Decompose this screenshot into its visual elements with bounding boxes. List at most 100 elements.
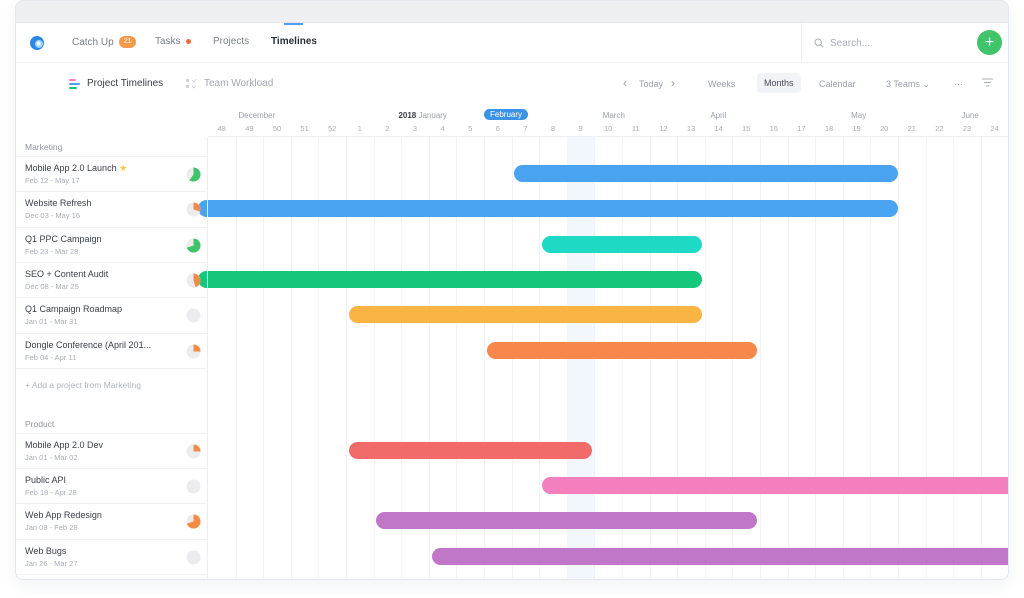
timeline-grid xyxy=(198,137,1009,579)
teams-label: 3 Teams xyxy=(886,79,920,89)
week-number: 6 xyxy=(495,124,500,133)
week-number: 8 xyxy=(550,124,556,133)
project-bar[interactable] xyxy=(541,477,1008,495)
month-name: January xyxy=(418,111,447,120)
project-bar[interactable] xyxy=(198,270,703,288)
month-label: April xyxy=(710,111,726,120)
tasks-notification-dot xyxy=(185,39,191,44)
project-row[interactable]: Web Bugs Jan 26 - Mar 27 xyxy=(16,538,207,574)
week-number: 10 xyxy=(604,124,613,133)
month-name[interactable]: February xyxy=(490,110,522,119)
project-row[interactable]: Web App Redesign Jan 08 - Feb 28 xyxy=(16,503,207,538)
today-button[interactable]: Today xyxy=(639,79,663,89)
project-name-text: Web App Redesign xyxy=(25,510,102,521)
project-row[interactable]: Mobile App 2.0 Dev Jan 01 - Mar 02 xyxy=(16,432,207,468)
project-name-text: Web Bugs xyxy=(25,545,67,556)
project-row[interactable]: Q1 PPC Campaign Feb 23 - Mar 28 xyxy=(16,226,207,262)
project-row[interactable]: Q1 Campaign Roadmap Jan 01 - Mar 31 xyxy=(16,297,207,332)
week-gridline xyxy=(953,137,955,579)
project-dates: Feb 18 - Apr 28 xyxy=(25,488,77,498)
prev-arrow-icon[interactable]: ‹ xyxy=(623,76,627,90)
progress-slice xyxy=(193,343,201,351)
week-number: 23 xyxy=(962,124,972,133)
app-logo-icon[interactable] xyxy=(28,34,46,52)
week-number: 4 xyxy=(440,124,445,133)
progress-pie-icon xyxy=(186,343,201,359)
progress-pie-icon xyxy=(186,308,201,323)
search-input[interactable]: Search... xyxy=(830,38,870,49)
month-label: March xyxy=(603,111,625,120)
teams-dropdown[interactable]: 3 Teams ⌄ xyxy=(886,79,930,90)
month-name: June xyxy=(961,111,979,120)
filter-icon[interactable] xyxy=(982,78,993,87)
chevron-down-icon: ⌄ xyxy=(922,79,930,89)
week-gridline xyxy=(980,137,982,579)
project-name: Mobile App 2.0 Launch ★ xyxy=(25,163,127,174)
project-name: Web Bugs xyxy=(25,546,66,556)
month-name: May xyxy=(851,111,867,120)
week-number: 51 xyxy=(300,124,309,133)
calendar-button[interactable]: Calendar xyxy=(819,79,856,89)
project-bar[interactable] xyxy=(348,306,703,324)
progress-pie-icon xyxy=(186,444,201,459)
months-button[interactable]: Months xyxy=(757,73,801,93)
week-gridline xyxy=(898,137,899,579)
project-bar[interactable] xyxy=(486,341,758,359)
project-bar[interactable] xyxy=(541,235,703,253)
month-label: December xyxy=(238,111,275,120)
month-label: May xyxy=(851,111,866,120)
more-options-icon[interactable]: ··· xyxy=(954,79,963,89)
week-number: 2 xyxy=(385,124,390,133)
project-name-text: Mobile App 2.0 Dev xyxy=(25,439,104,450)
tab-label: Project Timelines xyxy=(87,78,164,89)
week-number: 7 xyxy=(523,124,528,133)
project-bar[interactable] xyxy=(431,547,1008,565)
progress-pie-icon xyxy=(186,514,201,529)
tab-team-workload[interactable]: Team Workload xyxy=(186,78,273,89)
week-number: 50 xyxy=(272,124,282,133)
project-row[interactable]: Website Refresh Dec 03 - May 16 xyxy=(16,191,207,226)
weeks-button[interactable]: Weeks xyxy=(708,79,735,89)
week-number: 18 xyxy=(824,124,834,133)
next-arrow-icon[interactable]: › xyxy=(671,76,675,90)
nav-catch-up[interactable]: Catch Up 21 xyxy=(72,36,137,48)
progress-pie-icon xyxy=(186,273,201,288)
project-row[interactable]: Public API Feb 18 - Apr 28 xyxy=(16,468,207,503)
project-bar[interactable] xyxy=(514,165,898,182)
nav-tasks[interactable]: Tasks xyxy=(155,36,191,47)
project-dates: Dec 03 - May 16 xyxy=(25,211,81,221)
active-tab-indicator xyxy=(284,23,303,25)
project-dates: Jan 08 - Feb 28 xyxy=(25,523,78,533)
week-gridline xyxy=(1008,137,1009,579)
week-number: 3 xyxy=(412,124,418,133)
nav-label: Tasks xyxy=(155,36,181,47)
nav-projects[interactable]: Projects xyxy=(213,36,249,47)
add-project-link[interactable]: + Add a project from Marketing xyxy=(25,380,141,390)
row-divider xyxy=(16,367,207,369)
project-name: Q1 Campaign Roadmap xyxy=(25,304,122,314)
project-bar[interactable] xyxy=(198,200,898,218)
week-number: 14 xyxy=(714,124,723,133)
nav-timelines[interactable]: Timelines xyxy=(271,36,317,47)
project-bar[interactable] xyxy=(348,441,592,459)
project-name-text: Public API xyxy=(25,475,67,486)
project-bar[interactable] xyxy=(376,512,758,530)
week-number: 19 xyxy=(852,124,861,133)
project-row[interactable]: Mobile App 2.0 Launch ★ Feb 12 - May 17 xyxy=(16,156,207,191)
tab-project-timelines[interactable]: Project Timelines xyxy=(69,78,163,89)
week-number: 17 xyxy=(797,124,806,133)
row-divider xyxy=(16,574,207,575)
progress-pie-icon xyxy=(186,550,201,565)
group-label: Marketing xyxy=(25,142,63,152)
project-row[interactable]: Dongle Conference (April 201... Feb 04 - … xyxy=(16,332,207,368)
project-row[interactable]: SEO + Content Audit Dec 08 - Mar 25 xyxy=(16,261,207,297)
project-dates: Feb 23 - Mar 28 xyxy=(25,246,79,256)
project-sidebar: Marketing Mobile App 2.0 Launch ★ Feb 12 -… xyxy=(16,137,208,579)
project-name-text: Q1 Campaign Roadmap xyxy=(25,304,123,315)
search-icon xyxy=(814,38,824,48)
month-name: December xyxy=(238,111,276,120)
project-name-text: Q1 PPC Campaign xyxy=(25,233,102,244)
top-nav: Catch Up 21 Tasks Projects Timelines Sea… xyxy=(16,23,1008,63)
star-icon[interactable]: ★ xyxy=(117,163,127,173)
add-button[interactable]: + xyxy=(977,30,1002,55)
